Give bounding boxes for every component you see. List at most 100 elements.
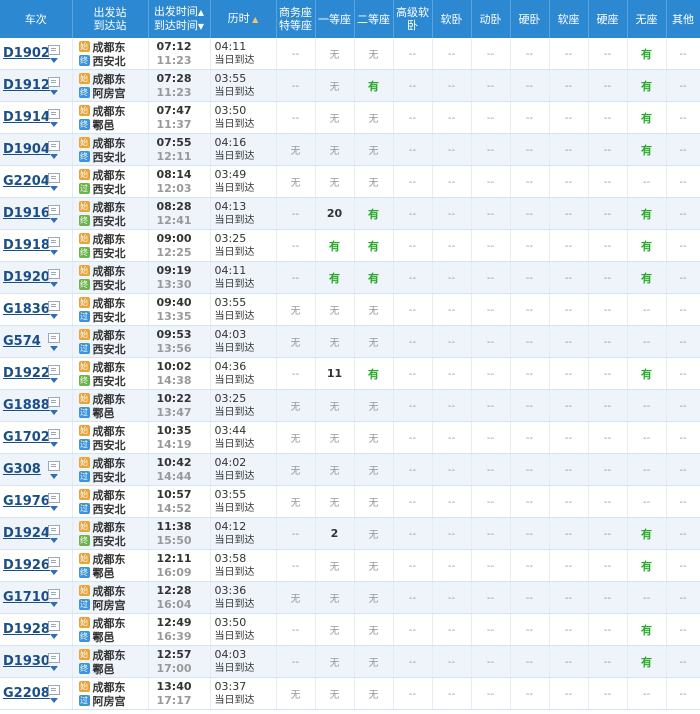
seat-soft-seat-cell[interactable]: -- bbox=[549, 357, 589, 390]
seat-motor-sleeper-cell[interactable]: -- bbox=[471, 549, 511, 582]
seat-soft-seat-cell[interactable]: -- bbox=[549, 517, 589, 550]
seat-first-cell[interactable]: 无 bbox=[315, 389, 355, 422]
seat-second-cell[interactable]: 无 bbox=[354, 101, 394, 134]
seat-first-cell[interactable]: 无 bbox=[315, 677, 355, 710]
table-row[interactable]: G1710 始成都东 过阿房宫 12:28 16:04 03:36 当日到达 无… bbox=[0, 581, 700, 614]
seat-premium-sleeper-cell[interactable]: -- bbox=[393, 517, 433, 550]
seat-premium-sleeper-cell[interactable]: -- bbox=[393, 485, 433, 518]
seat-soft-seat-cell[interactable]: -- bbox=[549, 453, 589, 486]
seat-premium-sleeper-cell[interactable]: -- bbox=[393, 389, 433, 422]
seat-business-cell[interactable]: -- bbox=[276, 645, 316, 678]
seat-premium-sleeper-cell[interactable]: -- bbox=[393, 421, 433, 454]
seat-first-cell[interactable]: 无 bbox=[315, 293, 355, 326]
seat-no-seat-cell[interactable]: -- bbox=[627, 581, 667, 614]
timetable-icon[interactable] bbox=[48, 492, 60, 503]
timetable-icon[interactable] bbox=[48, 204, 60, 215]
seat-hard-sleeper-cell[interactable]: -- bbox=[510, 613, 550, 646]
seat-hard-seat-cell[interactable]: -- bbox=[588, 645, 628, 678]
timetable-icon[interactable] bbox=[48, 108, 60, 119]
seat-soft-sleeper-cell[interactable]: -- bbox=[432, 677, 472, 710]
seat-hard-sleeper-cell[interactable]: -- bbox=[510, 677, 550, 710]
seat-premium-sleeper-cell[interactable]: -- bbox=[393, 325, 433, 358]
seat-first-cell[interactable]: 无 bbox=[315, 549, 355, 582]
table-row[interactable]: G1836 始成都东 过西安北 09:40 13:35 03:55 当日到达 无… bbox=[0, 293, 700, 326]
seat-motor-sleeper-cell[interactable]: -- bbox=[471, 581, 511, 614]
seat-hard-seat-cell[interactable]: -- bbox=[588, 229, 628, 262]
seat-premium-sleeper-cell[interactable]: -- bbox=[393, 613, 433, 646]
seat-hard-seat-cell[interactable]: -- bbox=[588, 101, 628, 134]
seat-soft-sleeper-cell[interactable]: -- bbox=[432, 229, 472, 262]
seat-motor-sleeper-cell[interactable]: -- bbox=[471, 421, 511, 454]
seat-second-cell[interactable]: 无 bbox=[354, 613, 394, 646]
seat-business-cell[interactable]: 无 bbox=[276, 389, 316, 422]
seat-hard-seat-cell[interactable]: -- bbox=[588, 293, 628, 326]
seat-soft-seat-cell[interactable]: -- bbox=[549, 38, 589, 70]
seat-motor-sleeper-cell[interactable]: -- bbox=[471, 293, 511, 326]
seat-soft-seat-cell[interactable]: -- bbox=[549, 325, 589, 358]
seat-first-cell[interactable]: 有 bbox=[315, 261, 355, 294]
train-number-link[interactable]: D1920 bbox=[3, 270, 50, 285]
seat-other-cell[interactable]: -- bbox=[666, 325, 700, 358]
seat-first-cell[interactable]: 无 bbox=[315, 101, 355, 134]
seat-hard-sleeper-cell[interactable]: -- bbox=[510, 517, 550, 550]
seat-no-seat-cell[interactable]: 有 bbox=[627, 517, 667, 550]
seat-hard-sleeper-cell[interactable]: -- bbox=[510, 293, 550, 326]
seat-soft-sleeper-cell[interactable]: -- bbox=[432, 325, 472, 358]
seat-no-seat-cell[interactable]: -- bbox=[627, 485, 667, 518]
seat-hard-seat-cell[interactable]: -- bbox=[588, 677, 628, 710]
seat-hard-sleeper-cell[interactable]: -- bbox=[510, 549, 550, 582]
seat-business-cell[interactable]: -- bbox=[276, 261, 316, 294]
seat-hard-sleeper-cell[interactable]: -- bbox=[510, 133, 550, 166]
seat-hard-sleeper-cell[interactable]: -- bbox=[510, 101, 550, 134]
seat-hard-seat-cell[interactable]: -- bbox=[588, 549, 628, 582]
chevron-down-icon[interactable] bbox=[50, 57, 58, 63]
seat-hard-seat-cell[interactable]: -- bbox=[588, 261, 628, 294]
timetable-icon[interactable] bbox=[48, 460, 60, 471]
seat-hard-sleeper-cell[interactable]: -- bbox=[510, 645, 550, 678]
timetable-icon[interactable] bbox=[48, 364, 60, 375]
seat-premium-sleeper-cell[interactable]: -- bbox=[393, 165, 433, 198]
seat-soft-seat-cell[interactable]: -- bbox=[549, 293, 589, 326]
seat-second-cell[interactable]: 无 bbox=[354, 293, 394, 326]
table-row[interactable]: D1916 始成都东 终西安北 08:28 12:41 04:13 当日到达 -… bbox=[0, 197, 700, 230]
seat-soft-seat-cell[interactable]: -- bbox=[549, 101, 589, 134]
timetable-icon[interactable] bbox=[48, 556, 60, 567]
table-row[interactable]: D1902 始成都东 终西安北 07:12 11:23 04:11 当日到达 -… bbox=[0, 38, 700, 70]
seat-motor-sleeper-cell[interactable]: -- bbox=[471, 38, 511, 70]
chevron-down-icon[interactable] bbox=[50, 505, 58, 511]
seat-soft-seat-cell[interactable]: -- bbox=[549, 133, 589, 166]
seat-soft-seat-cell[interactable]: -- bbox=[549, 613, 589, 646]
chevron-down-icon[interactable] bbox=[50, 217, 58, 223]
seat-other-cell[interactable]: -- bbox=[666, 101, 700, 134]
seat-no-seat-cell[interactable]: 有 bbox=[627, 38, 667, 70]
seat-hard-sleeper-cell[interactable]: -- bbox=[510, 38, 550, 70]
timetable-icon[interactable] bbox=[48, 428, 60, 439]
seat-premium-sleeper-cell[interactable]: -- bbox=[393, 677, 433, 710]
seat-hard-sleeper-cell[interactable]: -- bbox=[510, 165, 550, 198]
seat-soft-seat-cell[interactable]: -- bbox=[549, 69, 589, 102]
seat-premium-sleeper-cell[interactable]: -- bbox=[393, 645, 433, 678]
seat-motor-sleeper-cell[interactable]: -- bbox=[471, 453, 511, 486]
seat-motor-sleeper-cell[interactable]: -- bbox=[471, 517, 511, 550]
train-number-link[interactable]: D1904 bbox=[3, 142, 50, 157]
seat-other-cell[interactable]: -- bbox=[666, 389, 700, 422]
seat-soft-sleeper-cell[interactable]: -- bbox=[432, 613, 472, 646]
seat-hard-seat-cell[interactable]: -- bbox=[588, 485, 628, 518]
table-row[interactable]: G574 始成都东 过西安北 09:53 13:56 04:03 当日到达 无 … bbox=[0, 325, 700, 358]
seat-other-cell[interactable]: -- bbox=[666, 69, 700, 102]
seat-second-cell[interactable]: 无 bbox=[354, 517, 394, 550]
seat-first-cell[interactable]: 无 bbox=[315, 421, 355, 454]
seat-hard-sleeper-cell[interactable]: -- bbox=[510, 581, 550, 614]
seat-hard-seat-cell[interactable]: -- bbox=[588, 421, 628, 454]
seat-no-seat-cell[interactable]: -- bbox=[627, 677, 667, 710]
seat-motor-sleeper-cell[interactable]: -- bbox=[471, 357, 511, 390]
seat-motor-sleeper-cell[interactable]: -- bbox=[471, 389, 511, 422]
chevron-down-icon[interactable] bbox=[50, 665, 58, 671]
table-row[interactable]: G1702 始成都东 过西安北 10:35 14:19 03:44 当日到达 无… bbox=[0, 421, 700, 454]
train-number-link[interactable]: D1902 bbox=[3, 46, 50, 61]
seat-hard-sleeper-cell[interactable]: -- bbox=[510, 261, 550, 294]
seat-hard-sleeper-cell[interactable]: -- bbox=[510, 197, 550, 230]
seat-other-cell[interactable]: -- bbox=[666, 485, 700, 518]
seat-premium-sleeper-cell[interactable]: -- bbox=[393, 453, 433, 486]
seat-first-cell[interactable]: 无 bbox=[315, 38, 355, 70]
